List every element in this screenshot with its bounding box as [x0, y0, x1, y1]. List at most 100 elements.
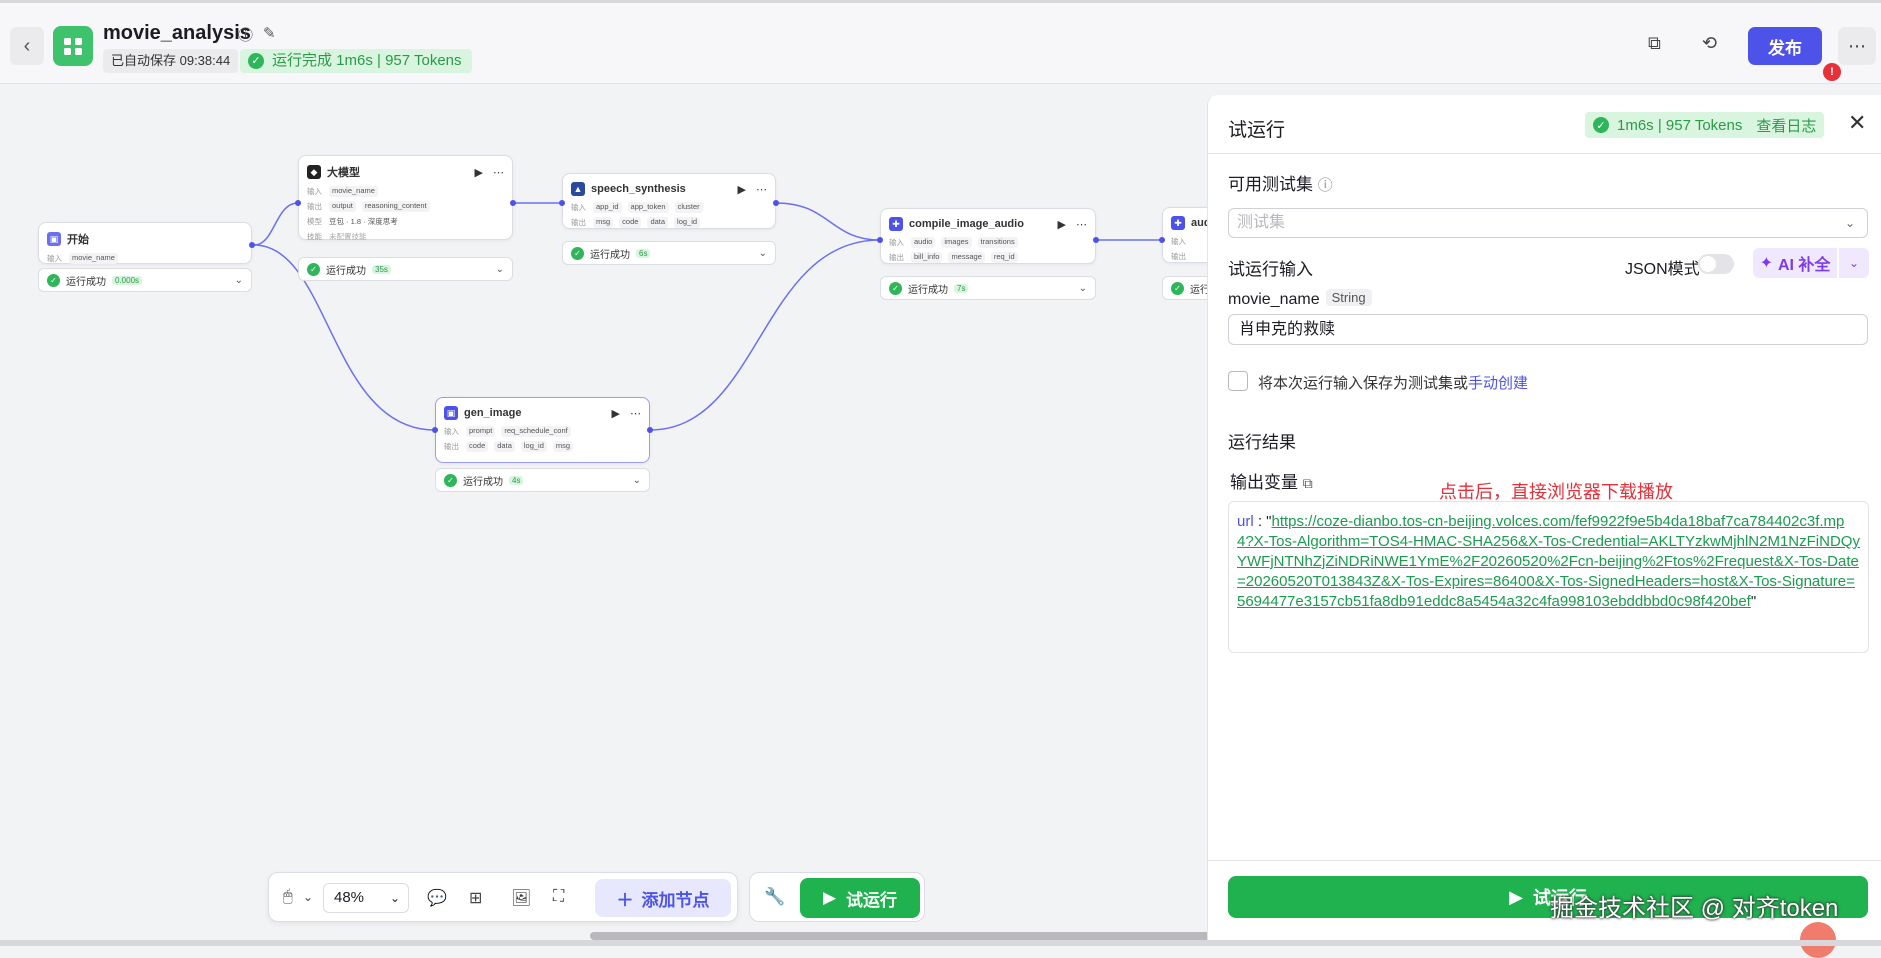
comment-icon[interactable]: 💬 — [427, 888, 447, 908]
info-icon[interactable]: ⓘ — [1318, 177, 1333, 194]
port-speech-out[interactable] — [773, 200, 779, 206]
chevron-left-icon: ‹ — [23, 34, 31, 57]
image-gen-icon: ▣ — [444, 406, 458, 420]
node-speech-status[interactable]: ✓ 运行成功 6s ⌄ — [562, 241, 776, 265]
info-icon[interactable]: ⓘ — [238, 24, 253, 45]
output-var: reasoning_content — [361, 201, 430, 212]
more-icon[interactable]: ⋯ — [756, 183, 767, 196]
mouse-mode-icon[interactable]: 🖱 — [283, 888, 293, 906]
json-mode-toggle[interactable] — [1698, 254, 1734, 274]
node-gen-image-status[interactable]: ✓ 运行成功 4s ⌄ — [435, 468, 650, 492]
node-compile-status[interactable]: ✓ 运行成功 7s ⌄ — [880, 276, 1096, 300]
wrench-icon[interactable]: 🔧 — [764, 887, 785, 907]
play-icon[interactable]: ▶ — [738, 183, 746, 196]
play-icon[interactable]: ▶ — [1058, 218, 1066, 231]
port-llm-out[interactable] — [510, 200, 516, 206]
node-start[interactable]: ▣ 开始 输入 movie_name — [38, 222, 252, 264]
start-icon: ▣ — [47, 232, 61, 246]
more-menu-button[interactable]: ⋯ — [1838, 27, 1876, 65]
check-circle-icon: ✓ — [889, 281, 902, 295]
status-text: 运行成功 — [66, 276, 106, 288]
output-var: code — [466, 441, 489, 452]
save-testset-checkbox[interactable] — [1228, 371, 1248, 391]
node-compile-image-audio[interactable]: ✚ compile_image_audio ▶ ⋯ 输入 audio images tran… — [880, 208, 1096, 264]
close-icon: ✕ — [1848, 110, 1867, 135]
port-audio-in[interactable] — [1159, 237, 1165, 243]
node-gen-image[interactable]: ▣ gen_image ▶ ⋯ 输入 prompt req_schedule_conf 输… — [435, 397, 650, 463]
node-speech-synthesis[interactable]: ▲ speech_synthesis ▶ ⋯ 输入 app_id app_token clu… — [562, 173, 776, 229]
input-label: 输入 — [889, 238, 904, 247]
more-icon[interactable]: ⋯ — [1076, 218, 1087, 231]
node-audio[interactable]: ✚ aud 输入 输出 — [1162, 207, 1207, 263]
testset-select[interactable]: 测试集 ⌄ — [1228, 208, 1868, 238]
movie-name-input[interactable]: 肖申克的救赎 — [1228, 314, 1868, 345]
chevron-down-icon[interactable]: ⌄ — [303, 890, 313, 904]
publish-button[interactable]: 发布 — [1748, 27, 1822, 65]
node-audio-status[interactable]: ✓ 运行 — [1162, 276, 1207, 300]
view-log-link[interactable]: 查看日志 — [1756, 115, 1816, 136]
divider — [1208, 153, 1881, 154]
variable-type: String — [1325, 289, 1372, 306]
port-compile-in[interactable] — [877, 237, 883, 243]
port-compile-out[interactable] — [1093, 237, 1099, 243]
horizontal-scrollbar[interactable] — [590, 932, 1253, 940]
history-icon[interactable]: ⟲ — [1702, 33, 1717, 54]
node-start-status[interactable]: ✓ 运行成功 0.000s ⌄ — [38, 268, 252, 292]
minimap-icon[interactable]: 🖼 — [511, 888, 531, 908]
input-var: transitions — [977, 237, 1018, 248]
check-circle-icon: ✓ — [248, 53, 264, 69]
more-icon[interactable]: ⋯ — [630, 407, 641, 420]
run-status-text: 运行完成 1m6s | 957 Tokens — [272, 52, 462, 69]
layout-icon[interactable]: ⊞ — [469, 888, 482, 908]
port-start-out[interactable] — [249, 242, 255, 248]
output-var: message — [948, 252, 985, 263]
node-llm[interactable]: ◆ 大模型 ▶ ⋯ 输入 movie_name 输出 output reasoning_co… — [298, 155, 513, 241]
output-label: 输出 — [571, 218, 586, 227]
output-var: data — [647, 217, 669, 228]
more-icon[interactable]: ⋯ — [493, 166, 504, 179]
input-label: 输入 — [571, 203, 586, 212]
input-var: prompt — [466, 426, 496, 437]
add-node-label: 添加节点 — [641, 890, 710, 910]
chevron-down-icon: ⌄ — [1848, 256, 1860, 270]
copy-icon[interactable]: ⧉ — [1648, 33, 1661, 54]
input-var: app_token — [627, 202, 669, 213]
output-var: output — [329, 201, 356, 212]
result-label: 运行结果 — [1228, 433, 1296, 452]
output-label: 输出 — [307, 202, 322, 211]
ai-fill-dropdown[interactable]: ⌄ — [1839, 248, 1869, 278]
edit-icon[interactable]: ✎ — [263, 24, 276, 45]
fit-view-icon[interactable]: ⛶ — [553, 888, 564, 906]
output-var: req_id — [990, 252, 1018, 263]
output-var: code — [619, 217, 642, 228]
port-gen-image-in[interactable] — [432, 427, 438, 433]
status-text: 运行成功 — [908, 284, 948, 296]
ai-fill-button[interactable]: ✦ AI 补全 — [1753, 248, 1837, 278]
node-llm-title: 大模型 — [327, 167, 360, 179]
test-run-button[interactable]: ▶ 试运行 — [800, 878, 920, 918]
alert-badge: ! — [1823, 63, 1841, 81]
watermark: 掘金技术社区 @ 对齐token — [1550, 895, 1839, 922]
workflow-canvas[interactable]: ▣ 开始 输入 movie_name ✓ 运行成功 0.000s ⌄ ◆ 大模型 ▶ ⋯ … — [0, 85, 1207, 940]
port-llm-in[interactable] — [295, 200, 301, 206]
model-name: 豆包 · 1.8 · 深度思考 — [329, 217, 398, 226]
back-button[interactable]: ‹ — [10, 27, 44, 65]
run-toolbar: 🔧 ▶ 试运行 — [749, 872, 925, 922]
node-llm-status[interactable]: ✓ 运行成功 35s ⌄ — [298, 257, 513, 281]
output-url-link[interactable]: https://coze-dianbo.tos-cn-beijing.volce… — [1237, 513, 1860, 610]
zoom-select[interactable]: 48% ⌄ — [323, 883, 409, 913]
input-label: 输入 — [1171, 237, 1186, 246]
top-bar: ‹ movie_analysis ⓘ ✎ 已自动保存 09:38:44 ✓ 运行… — [0, 0, 1881, 84]
divider — [1208, 860, 1881, 861]
play-icon[interactable]: ▶ — [612, 407, 620, 420]
port-gen-image-out[interactable] — [647, 427, 653, 433]
add-node-button[interactable]: ＋ 添加节点 — [595, 879, 731, 917]
run-status-badge: ✓ 运行完成 1m6s | 957 Tokens — [240, 49, 472, 73]
manual-create-link[interactable]: 手动创建 — [1468, 375, 1528, 392]
output-json: url : "https://coze-dianbo.tos-cn-beijin… — [1228, 501, 1869, 653]
port-speech-in[interactable] — [559, 200, 565, 206]
autosave-label: 已自动保存 09:38:44 — [103, 49, 239, 73]
close-panel-button[interactable]: ✕ — [1848, 110, 1866, 136]
copy-icon[interactable]: ⧉ — [1303, 475, 1313, 491]
play-icon[interactable]: ▶ — [475, 166, 483, 179]
